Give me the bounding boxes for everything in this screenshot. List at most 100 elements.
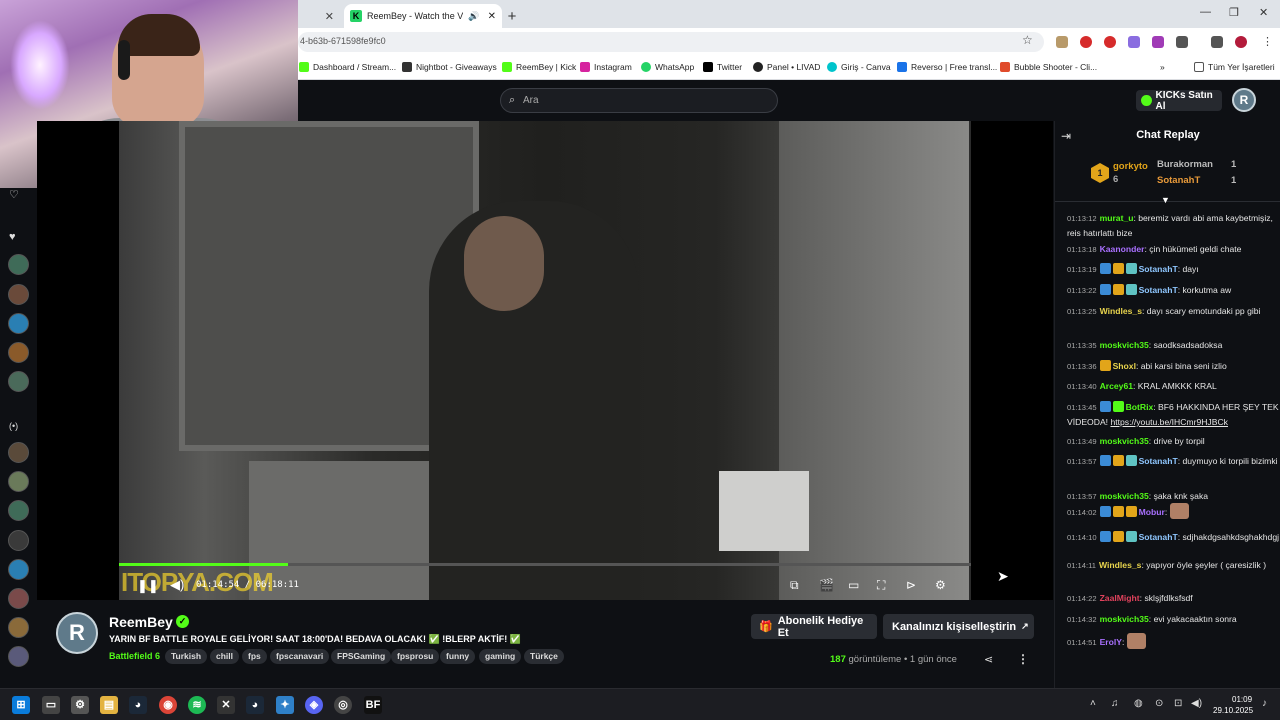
theater-mode-icon[interactable]: ▭ xyxy=(848,578,859,592)
fullscreen-icon[interactable]: ⛶ xyxy=(877,578,885,593)
tray-app-icon[interactable]: ◍ xyxy=(1134,698,1143,709)
volume-icon[interactable]: ◀) xyxy=(170,577,184,593)
clip-icon[interactable]: 🎬 xyxy=(819,578,834,592)
collapse-chat-icon[interactable]: ⇥ xyxy=(1061,129,1071,143)
tag[interactable]: Türkçe xyxy=(524,649,564,664)
bookmark-item[interactable]: Reverso | Free transl... xyxy=(897,62,997,72)
bookmark-item[interactable]: Bubble Shooter - Cli... xyxy=(1000,62,1097,72)
tray-overflow-icon[interactable]: ˄ xyxy=(1090,698,1096,709)
close-window-icon[interactable]: ✕ xyxy=(1259,6,1268,19)
obs-icon[interactable]: ◎ xyxy=(334,696,352,714)
sidebar-channel-avatar[interactable] xyxy=(8,442,29,463)
bookmark-item[interactable]: Nightbot - Giveaways xyxy=(402,62,497,72)
notification-bell-icon[interactable]: ♪ xyxy=(1262,698,1267,709)
bookmark-item[interactable]: Dashboard / Stream... xyxy=(299,62,396,72)
extension-icon[interactable] xyxy=(1128,36,1140,48)
video-player[interactable]: ITOPYA.COM ❚❚ ◀) 01:14:54 / 06:18:11 ⧉ 🎬… xyxy=(37,121,1053,600)
sidebar-channel-avatar[interactable] xyxy=(8,530,29,551)
xbox-icon[interactable]: ✕ xyxy=(217,696,235,714)
microphone-icon[interactable]: ⊙ xyxy=(1155,698,1163,709)
share-icon[interactable]: ⋖ xyxy=(984,653,993,666)
speed-icon[interactable]: ⊳ xyxy=(906,578,916,592)
bookmark-item[interactable]: WhatsApp xyxy=(641,62,694,72)
chat-username[interactable]: SotanahT xyxy=(1139,264,1178,274)
tab-close-icon[interactable]: ✕ xyxy=(298,4,344,28)
all-bookmarks-folder[interactable]: Tüm Yer İşaretleri xyxy=(1194,62,1275,72)
following-heart-icon[interactable]: ♥ xyxy=(9,231,16,243)
search-input[interactable]: ⌕ Ara xyxy=(500,88,778,113)
chrome-icon[interactable]: ◉ xyxy=(159,696,177,714)
restore-icon[interactable]: ❐ xyxy=(1229,6,1239,19)
chat-username[interactable]: moskvich35 xyxy=(1100,614,1149,624)
network-icon[interactable]: ⊡ xyxy=(1174,698,1182,709)
speaker-icon[interactable]: 🔊 xyxy=(468,11,479,22)
tag[interactable]: fpscanavari xyxy=(270,649,330,664)
file-explorer-icon[interactable]: ▤ xyxy=(100,696,118,714)
picture-in-picture-icon[interactable]: ⧉ xyxy=(790,578,799,593)
headset-icon[interactable]: ♫ xyxy=(1111,698,1119,709)
sidebar-channel-avatar[interactable] xyxy=(8,646,29,667)
sidebar-channel-avatar[interactable] xyxy=(8,471,29,492)
bookmark-item[interactable]: ReemBey | Kick xyxy=(502,62,576,72)
customize-channel-button[interactable]: Kanalınızı kişiselleştirin ↗ xyxy=(883,614,1034,639)
tag[interactable]: fps xyxy=(242,649,267,664)
sidebar-channel-avatar[interactable] xyxy=(8,284,29,305)
bookmark-item[interactable]: Twitter xyxy=(703,62,742,72)
chat-username[interactable]: Arcey61 xyxy=(1100,381,1133,391)
chat-username[interactable]: Kaanonder xyxy=(1100,244,1145,254)
sidebar-channel-avatar[interactable] xyxy=(8,313,29,334)
leaderboard-name[interactable]: gorkyto xyxy=(1113,161,1148,172)
chat-username[interactable]: Mobur xyxy=(1139,507,1165,517)
battlefield-icon[interactable]: BF xyxy=(364,696,382,714)
tag[interactable]: funny xyxy=(440,649,476,664)
extension-icon[interactable] xyxy=(1080,36,1092,48)
chat-username[interactable]: Shoxl xyxy=(1113,361,1136,371)
bookmark-item[interactable]: Instagram xyxy=(580,62,632,72)
channel-avatar[interactable]: R xyxy=(56,612,98,654)
chevron-down-icon[interactable]: ▼ xyxy=(1161,195,1170,205)
category-link[interactable]: Battlefield 6 xyxy=(109,651,160,661)
chat-username[interactable]: moskvich35 xyxy=(1100,340,1149,350)
sidebar-channel-avatar[interactable] xyxy=(8,500,29,521)
bookmarks-overflow-icon[interactable]: » xyxy=(1160,62,1165,72)
settings-gear-icon[interactable]: ⚙ xyxy=(935,578,946,592)
volume-icon[interactable]: ◀) xyxy=(1191,698,1202,709)
tag[interactable]: fpsprosu xyxy=(391,649,440,664)
sidebar-channel-avatar[interactable] xyxy=(8,559,29,580)
chat-link[interactable]: https://youtu.be/IHCmr9HJBCk xyxy=(1110,417,1228,427)
menu-kebab-icon[interactable]: ⋮ xyxy=(1262,35,1273,48)
more-options-icon[interactable]: ⋮ xyxy=(1017,652,1029,666)
media-icon[interactable] xyxy=(1211,36,1223,48)
browser-tab-active[interactable]: K ReemBey - Watch the VOD 🔊 ✕ xyxy=(344,4,502,28)
chat-username[interactable]: ZaalMight xyxy=(1100,593,1140,603)
start-windows-icon[interactable]: ⊞ xyxy=(12,696,30,714)
chat-username[interactable]: murat_u xyxy=(1100,213,1134,223)
tab-close-icon[interactable]: ✕ xyxy=(488,11,496,22)
tag[interactable]: gaming xyxy=(479,649,522,664)
minimize-icon[interactable]: — xyxy=(1200,6,1211,18)
chat-username[interactable]: Windles_s xyxy=(1100,306,1142,316)
new-tab-icon[interactable]: + xyxy=(504,4,520,28)
channel-name[interactable]: ReemBey xyxy=(109,614,173,630)
steam-icon[interactable]: ◕ xyxy=(129,696,147,714)
progress-bar[interactable] xyxy=(119,563,971,566)
url-field[interactable]: 4-b63b-671598fe9fc0 xyxy=(298,32,1044,52)
bookmark-item[interactable]: Panel • LIVAD xyxy=(753,62,820,72)
bookmark-star-icon[interactable]: ☆ xyxy=(1022,33,1033,47)
extension-icon[interactable] xyxy=(1152,36,1164,48)
sidebar-channel-avatar[interactable] xyxy=(8,254,29,275)
extension-icon[interactable] xyxy=(1104,36,1116,48)
tag[interactable]: FPSGaming xyxy=(331,649,392,664)
sidebar-channel-avatar[interactable] xyxy=(8,617,29,638)
gift-subscription-button[interactable]: 🎁 Abonelik Hediye Et xyxy=(751,614,877,639)
settings-gear-icon[interactable]: ⚙ xyxy=(71,696,89,714)
task-view-icon[interactable]: ▭ xyxy=(42,696,60,714)
bookmark-item[interactable]: Giriş - Canva xyxy=(827,62,891,72)
spotify-icon[interactable]: ≋ xyxy=(188,696,206,714)
leaderboard-name[interactable]: Burakorman xyxy=(1157,159,1213,170)
chat-username[interactable]: SotanahT xyxy=(1139,456,1178,466)
leaderboard-name[interactable]: SotanahT xyxy=(1157,175,1200,186)
profile-icon[interactable] xyxy=(1235,36,1247,48)
puzzle-icon[interactable] xyxy=(1176,36,1188,48)
app-icon[interactable]: ✦ xyxy=(276,696,294,714)
